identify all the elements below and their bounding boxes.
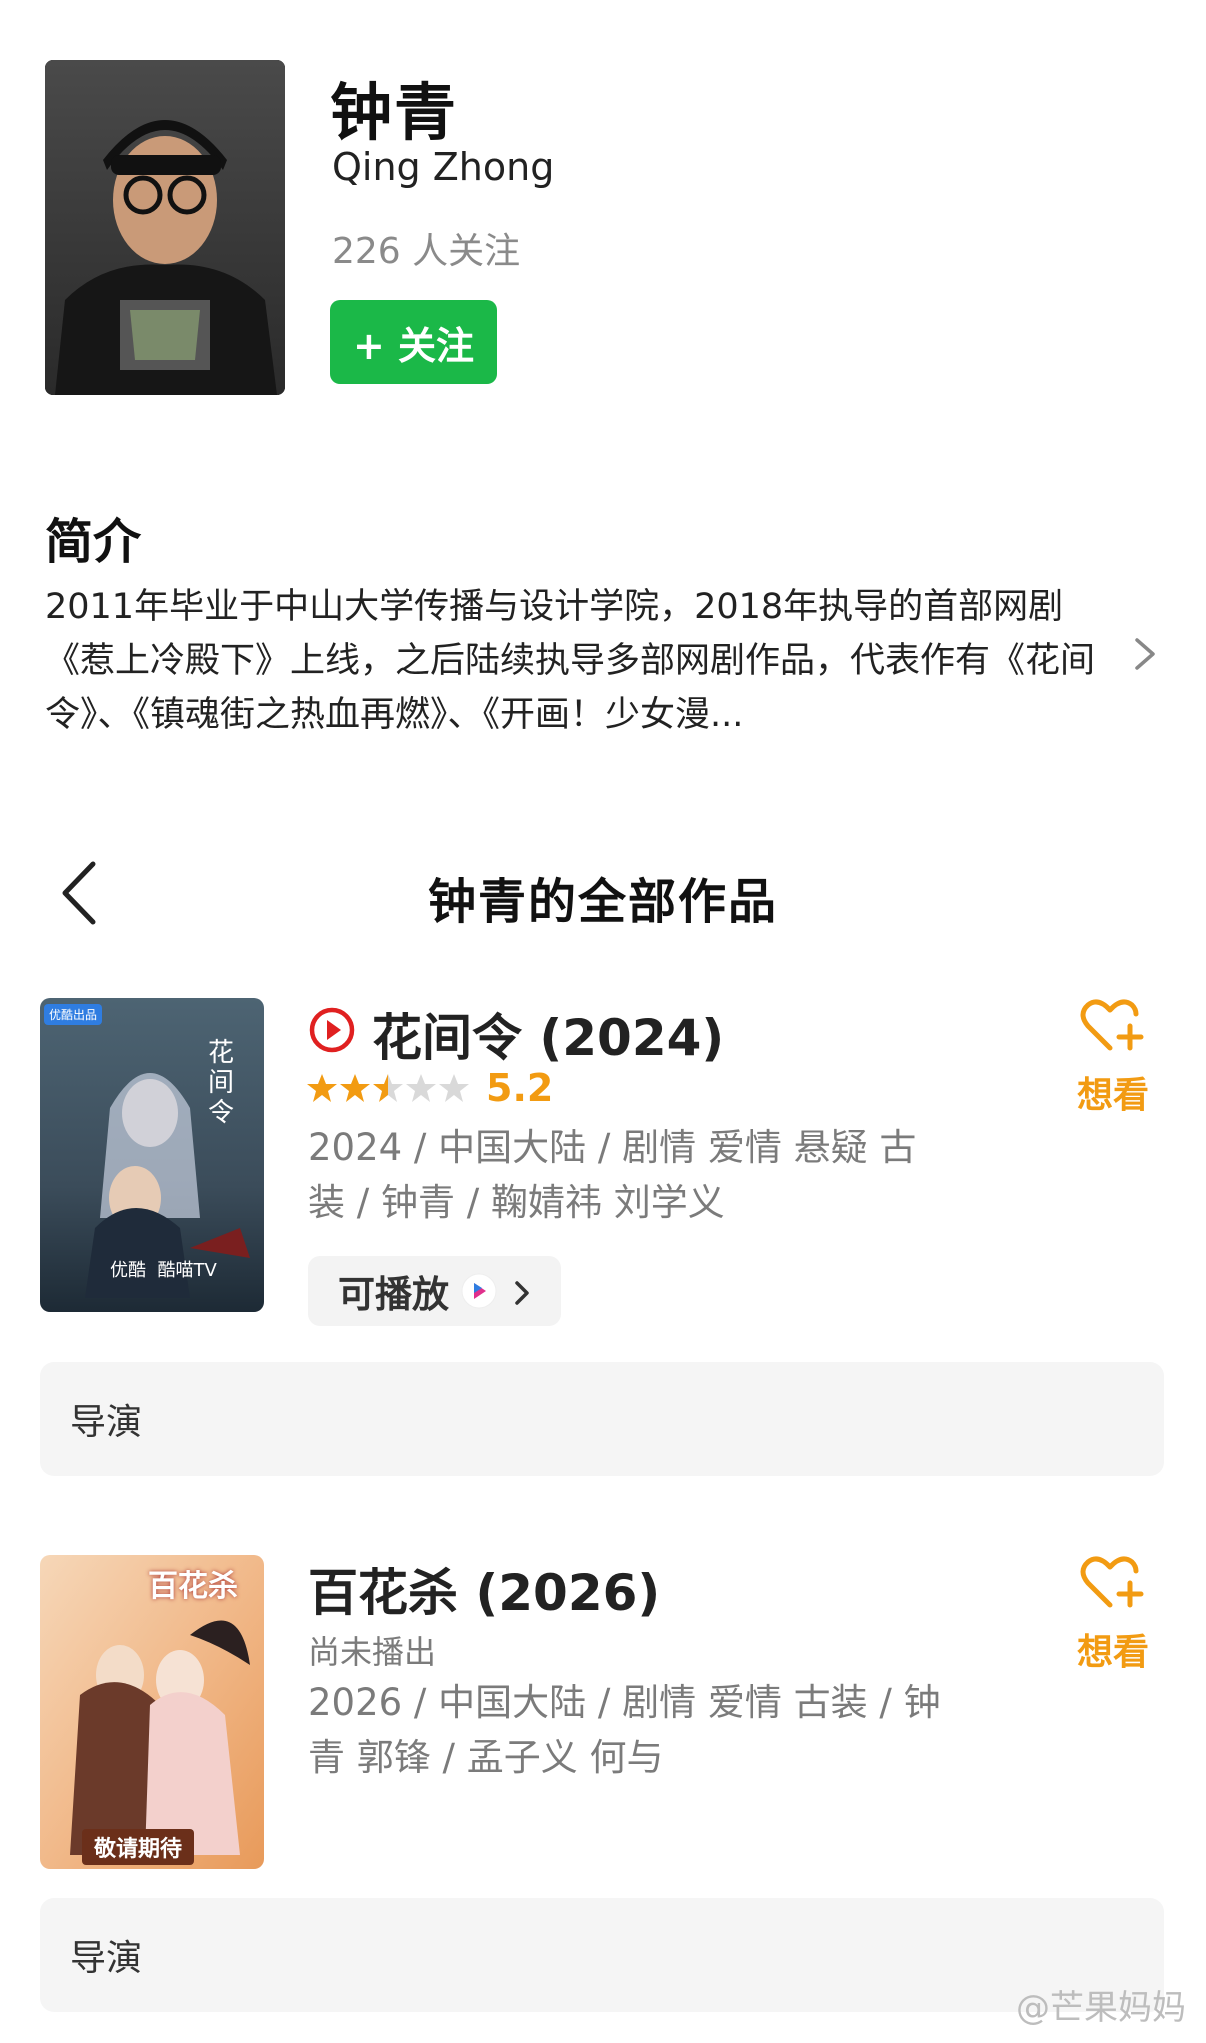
chevron-right-icon [511,1275,533,1307]
heart-plus-icon [1078,1553,1148,1613]
chevron-right-icon[interactable] [1125,634,1165,674]
work-title[interactable]: 百花杀 (2026) [308,1553,660,1625]
poster-platforms: 优酷 酷喵TV [110,1260,217,1281]
work-meta: 2024 / 中国大陆 / 剧情 爱情 悬疑 古装 / 钟青 / 鞠婧祎 刘学义 [308,1126,917,1224]
poster-badge: 优酷出品 [44,1004,103,1025]
director-name-cn: 钟青 [330,76,459,149]
role-bar: 导演 [40,1898,1164,2012]
poster-caption: 敬请期待 [82,1829,195,1865]
follow-button[interactable]: + 关注 [330,300,497,384]
want-label: 想看 [1076,1075,1149,1116]
youku-logo-icon [461,1273,497,1309]
rating-score: 5.2 [486,1066,554,1110]
work-meta: 2026 / 中国大陆 / 剧情 爱情 古装 / 钟青 郭锋 / 孟子义 何与 [308,1681,941,1779]
follower-count: 226 人关注 [332,231,521,272]
playable-button[interactable]: 可播放 [308,1256,561,1326]
director-avatar [45,60,285,395]
works-title: 钟青的全部作品 [427,874,778,930]
back-arrow-icon[interactable] [55,858,105,928]
rating-stars [306,1072,472,1104]
heart-plus-icon [1078,996,1148,1056]
poster-title: 花间令 [208,1038,235,1128]
poster-baihuasha[interactable]: 百花杀 敬请期待 [40,1555,264,1869]
watermark: @芒果妈妈 [1016,1988,1186,2028]
role-bar: 导演 [40,1362,1164,1476]
play-icon [308,1006,356,1054]
work-title[interactable]: 花间令 (2024) [372,998,724,1070]
intro-title: 简介 [45,514,142,570]
intro-text[interactable]: 2011年毕业于中山大学传播与设计学院，2018年执导的首部网剧《惹上冷殿下》上… [45,580,1095,742]
want-to-watch-button[interactable]: 想看 [1058,996,1168,1126]
director-name-en: Qing Zhong [332,145,555,189]
want-label: 想看 [1076,1632,1149,1673]
release-status: 尚未播出 [308,1633,437,1671]
poster-huajianling[interactable]: 优酷出品 花间令 优酷 酷喵TV [40,998,264,1312]
poster-title: 百花杀 [148,1569,238,1604]
playable-label: 可播放 [338,1273,449,1316]
want-to-watch-button[interactable]: 想看 [1058,1553,1168,1683]
